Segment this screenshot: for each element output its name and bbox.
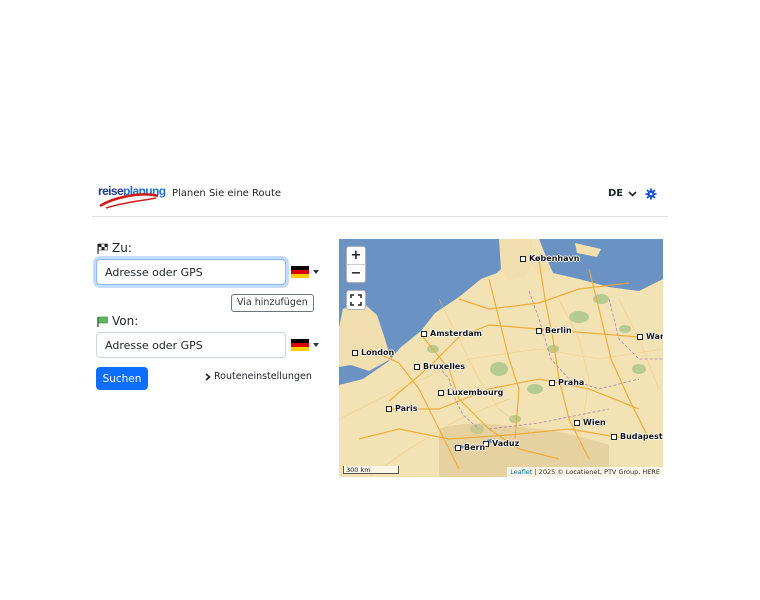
map-city-label: Praha	[549, 378, 584, 387]
fullscreen-icon	[350, 294, 362, 306]
language-code: DE	[608, 188, 624, 199]
page-title: Planen Sie eine Route	[172, 188, 282, 199]
germany-flag-icon	[291, 339, 309, 351]
destination-country-select[interactable]	[291, 266, 319, 278]
map-city-label: København	[520, 254, 579, 263]
destination-input[interactable]	[96, 259, 286, 285]
attribution-text: | 2025 © Locatienet, PTV Group, HERE	[534, 468, 660, 476]
map-city-label: Luxembourg	[438, 388, 503, 397]
gear-icon[interactable]	[645, 188, 657, 200]
map-city-label: Berlin	[536, 326, 572, 335]
logo-swoosh	[99, 193, 159, 209]
map-city-label: Amsterdam	[421, 329, 482, 338]
map-city-label: Bruxelles	[414, 362, 465, 371]
map-city-label: Budapest	[611, 432, 663, 441]
chevron-right-icon	[205, 372, 211, 381]
from-label: Von:	[97, 314, 138, 328]
caret-down-icon	[313, 270, 319, 274]
logo[interactable]: reiseplanung	[98, 182, 166, 210]
leaflet-link[interactable]: Leaflet	[510, 468, 532, 476]
route-settings-label: Routeneinstellungen	[214, 371, 312, 382]
route-settings-toggle[interactable]: Routeneinstellungen	[205, 371, 312, 382]
to-label-text: Zu:	[112, 241, 132, 255]
germany-flag-icon	[291, 266, 309, 278]
map-zoom-control: + −	[346, 246, 366, 283]
origin-country-select[interactable]	[291, 339, 319, 351]
to-label: Zu:	[97, 241, 132, 255]
map-attribution: Leaflet | 2025 © Locatienet, PTV Group, …	[507, 467, 663, 477]
map[interactable]: København Berlin Amsterdam London Bruxel…	[339, 239, 663, 477]
map-city-label: Paris	[386, 404, 418, 413]
map-city-label: Wien	[574, 418, 606, 427]
map-city-label: Wars	[637, 332, 663, 341]
header: reiseplanung Planen Sie eine Route DE	[92, 178, 668, 217]
fullscreen-button[interactable]	[346, 290, 366, 310]
zoom-in-button[interactable]: +	[347, 247, 365, 264]
zoom-out-button[interactable]: −	[347, 264, 365, 282]
add-via-button[interactable]: Via hinzufügen	[231, 294, 314, 312]
map-city-label: London	[352, 348, 394, 357]
chevron-down-icon	[628, 190, 637, 197]
map-city-label: Vaduz	[483, 439, 519, 448]
search-button[interactable]: Suchen	[96, 367, 148, 390]
checkered-flag-icon	[97, 243, 108, 254]
map-scale: 300 km	[343, 466, 399, 474]
caret-down-icon	[313, 343, 319, 347]
from-label-text: Von:	[112, 314, 139, 328]
map-city-label: Bern	[455, 443, 485, 452]
green-flag-icon	[97, 316, 108, 327]
origin-input[interactable]	[96, 332, 286, 358]
language-selector[interactable]: DE	[608, 188, 637, 199]
